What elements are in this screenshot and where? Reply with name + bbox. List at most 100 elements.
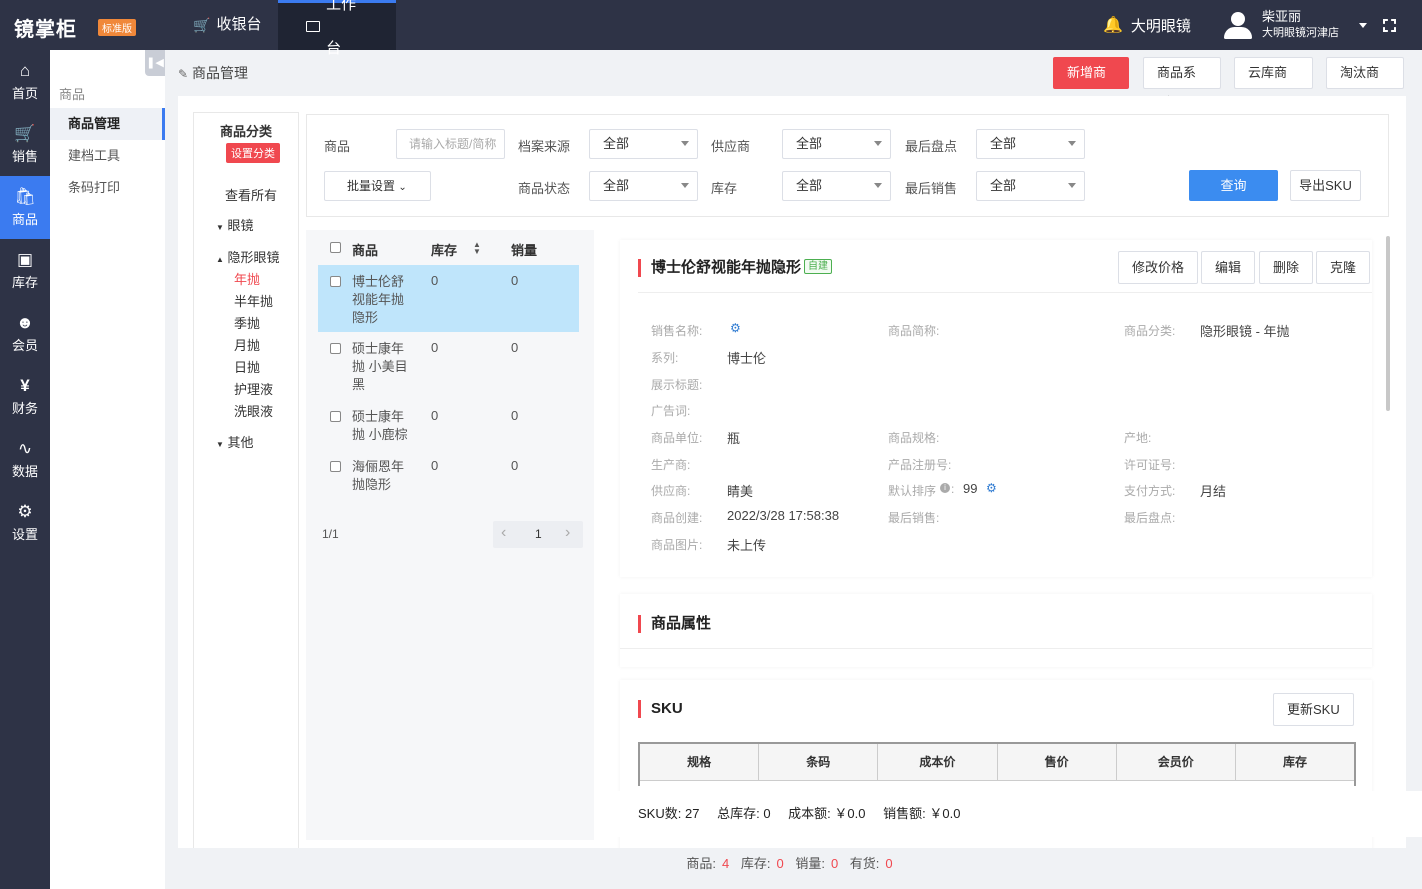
notification-area[interactable]: 🔔 大明眼镜: [1103, 0, 1191, 50]
sidebar-item-sales[interactable]: 🛒 销售: [0, 113, 50, 176]
delete-button[interactable]: 删除: [1259, 251, 1314, 284]
sidebar-item-inventory[interactable]: ▣ 库存: [0, 239, 50, 302]
list-item[interactable]: 海俪恩年抛隐形 0 0: [318, 450, 579, 500]
users-icon: ☻: [16, 312, 34, 332]
source-label: 档案来源: [518, 139, 571, 154]
product-search-input[interactable]: 请输入标题/简称: [396, 129, 505, 159]
category-monthly[interactable]: 月抛: [234, 335, 260, 354]
select-all-checkbox[interactable]: [330, 242, 341, 253]
row-checkbox[interactable]: [330, 343, 341, 354]
attributes-title: 商品属性: [638, 615, 711, 633]
sku-column-barcode: 条码: [759, 744, 879, 781]
page-number[interactable]: 1: [535, 527, 542, 541]
category-solution[interactable]: 护理液: [234, 379, 273, 398]
set-category-button[interactable]: 设置分类: [226, 143, 280, 163]
fullscreen-icon[interactable]: [1383, 0, 1396, 50]
footer-sales: 0: [830, 856, 839, 871]
sidebar-item-home[interactable]: ⌂ 首页: [0, 50, 50, 113]
category-contact-lenses[interactable]: ▲ 隐形眼镜: [216, 247, 280, 266]
next-page-icon[interactable]: ›: [565, 524, 570, 542]
avatar: [1222, 9, 1254, 41]
update-sku-button[interactable]: 更新SKU: [1273, 693, 1354, 726]
clone-button[interactable]: 克隆: [1316, 251, 1371, 284]
pulse-icon: ∿: [17, 438, 33, 458]
cloud-products-button[interactable]: 云库商品: [1234, 57, 1313, 110]
last-check-label: 最后盘点: [905, 139, 958, 154]
subnav-title: 商品: [59, 87, 86, 102]
list-item[interactable]: 硕士康年抛 小鹿棕 0 0: [318, 400, 579, 450]
gear-icon[interactable]: ⚙: [986, 481, 997, 495]
bag-icon: 🛍: [14, 186, 36, 206]
subnav-item-product-management[interactable]: 商品管理: [50, 108, 165, 140]
sidebar-item-members[interactable]: ☻ 会员: [0, 302, 50, 365]
user-store: 大明眼镜河津店: [1262, 27, 1339, 39]
category-daily[interactable]: 日抛: [234, 357, 260, 376]
batch-settings-button[interactable]: 批量设置 ⌄: [324, 171, 431, 201]
detail-title: 博士伦舒视能年抛隐形: [638, 259, 801, 277]
category-glasses[interactable]: ▼ 眼镜: [216, 215, 254, 234]
sku-column-price: 售价: [997, 744, 1117, 781]
page-info: 1/1: [322, 527, 339, 541]
page-title: 商品管理: [191, 65, 248, 81]
sidebar-item-settings[interactable]: ⚙ 设置: [0, 491, 50, 554]
top-bar: 镜掌柜 标准版 🛒 收银台 工作台 🔔 大明眼镜 柴亚丽 大明眼镜河津店: [0, 0, 1422, 57]
status-select[interactable]: 全部: [589, 171, 698, 201]
export-sku-button[interactable]: 导出SKU: [1290, 170, 1361, 201]
user-menu[interactable]: 柴亚丽 大明眼镜河津店: [1222, 0, 1367, 50]
subnav-item-barcode-print[interactable]: 条码打印: [50, 172, 165, 204]
list-item[interactable]: 博士伦舒视能年抛隐形 0 0: [318, 265, 579, 332]
category-other[interactable]: ▼ 其他: [216, 432, 254, 451]
caret-down-icon: [681, 141, 689, 146]
breadcrumb: ✎ 商品管理: [178, 63, 248, 83]
tab-workbench[interactable]: 工作台: [278, 0, 396, 57]
category-annual[interactable]: 年抛: [234, 269, 260, 288]
main-sidebar: ⌂ 首页 🛒 销售 🛍 商品 ▣ 库存 ☻ 会员 ¥ 财务 ∿ 数据 ⚙ 设置: [0, 50, 50, 889]
stock-select[interactable]: 全部: [782, 171, 891, 201]
sidebar-item-products[interactable]: 🛍 商品: [0, 176, 50, 239]
sort-icon[interactable]: ▲ ▼: [473, 241, 481, 256]
row-checkbox[interactable]: [330, 276, 341, 287]
sku-column-stock: 库存: [1235, 744, 1355, 781]
column-sales: 销量: [511, 243, 538, 258]
supplier-select[interactable]: 全部: [782, 129, 891, 159]
caret-down-icon: [681, 183, 689, 188]
category-view-all[interactable]: 查看所有: [225, 185, 277, 204]
caret-down-icon: [874, 141, 882, 146]
total-stock: 0: [763, 806, 771, 821]
tab-cashier[interactable]: 🛒 收银台: [165, 0, 289, 50]
caret-down-icon: [1068, 183, 1076, 188]
add-product-button[interactable]: 新增商品: [1053, 57, 1129, 110]
gear-icon: ⚙: [17, 501, 33, 521]
store-name: 大明眼镜: [1130, 17, 1191, 35]
divider: [620, 648, 1372, 649]
edit-price-button[interactable]: 修改价格: [1118, 251, 1199, 284]
collapse-sidebar-button[interactable]: ❚◀: [145, 50, 165, 76]
product-series-button[interactable]: 商品系列: [1143, 57, 1221, 110]
category-eyewash[interactable]: 洗眼液: [234, 401, 273, 420]
category-quarterly[interactable]: 季抛: [234, 313, 260, 332]
edit-button[interactable]: 编辑: [1201, 251, 1256, 284]
footer-stock: 0: [776, 856, 784, 871]
tag-icon: ✎: [178, 67, 189, 81]
source-select[interactable]: 全部: [589, 129, 698, 159]
retired-products-button[interactable]: 淘汰商品: [1326, 57, 1404, 110]
scrollbar[interactable]: [1386, 236, 1390, 411]
subnav-item-archive-tool[interactable]: 建档工具: [50, 140, 165, 172]
list-item[interactable]: 硕士康年抛 小美目黑 0 0: [318, 332, 579, 399]
monitor-icon: [306, 21, 321, 32]
product-filter-label: 商品: [324, 139, 351, 154]
gear-icon[interactable]: ⚙: [730, 321, 741, 335]
query-button[interactable]: 查询: [1189, 170, 1278, 201]
caret-down-icon: [874, 183, 882, 188]
row-checkbox[interactable]: [330, 461, 341, 472]
prev-page-icon[interactable]: ‹: [501, 524, 506, 542]
last-check-select[interactable]: 全部: [976, 129, 1085, 159]
last-sale-select[interactable]: 全部: [976, 171, 1085, 201]
app-logo: 镜掌柜: [14, 19, 77, 41]
chevron-down-icon: ⌄: [398, 182, 407, 193]
category-half-year[interactable]: 半年抛: [234, 291, 273, 310]
sidebar-item-finance[interactable]: ¥ 财务: [0, 365, 50, 428]
sidebar-item-data[interactable]: ∿ 数据: [0, 428, 50, 491]
row-checkbox[interactable]: [330, 411, 341, 422]
column-stock[interactable]: 库存: [431, 240, 457, 259]
